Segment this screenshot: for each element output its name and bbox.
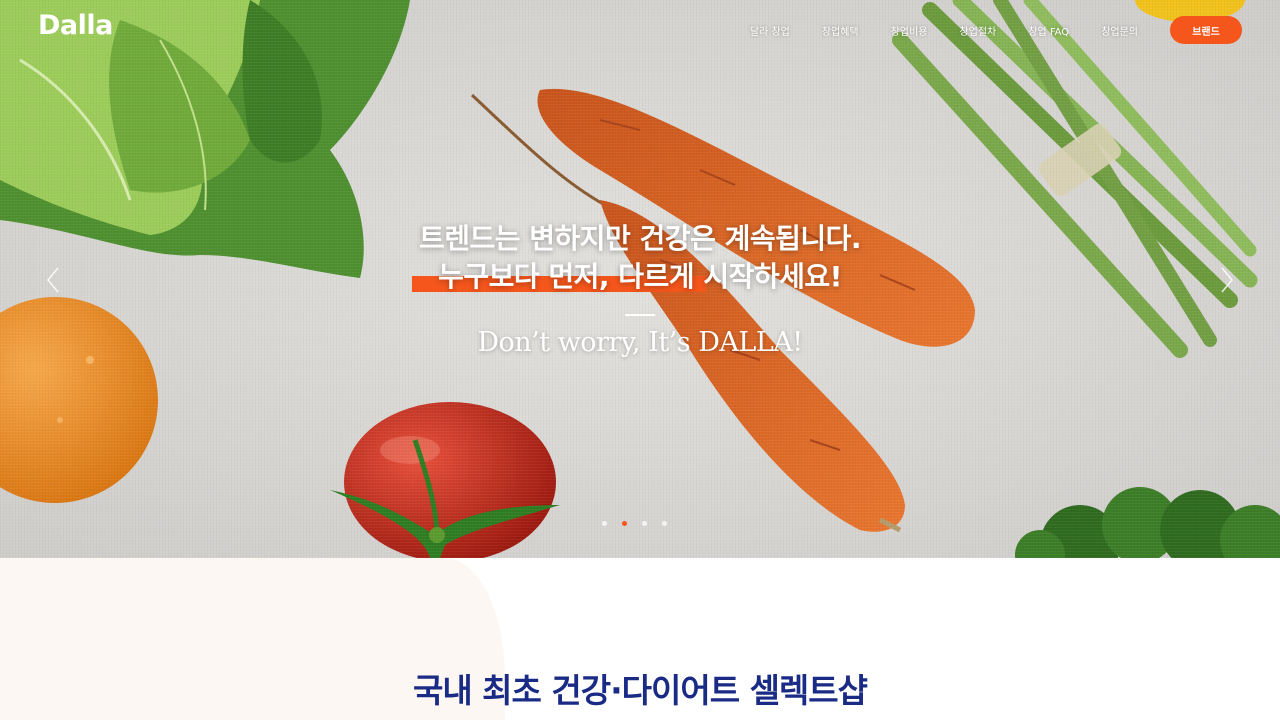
nav-item-faq[interactable]: 창업 FAQ: [1028, 23, 1069, 38]
slide-dot-3[interactable]: [642, 521, 647, 526]
main-nav: 달라 창업 창업혜택 창업비용 창업절차 창업 FAQ 창업문의 브랜드: [718, 16, 1242, 44]
headline-divider: [625, 314, 655, 316]
section-title: 국내 최초 건강·다이어트 셀렉트샵: [412, 671, 868, 710]
nav-item-dalla-startup[interactable]: 달라 창업: [750, 23, 790, 38]
hero-headline: 트렌드는 변하지만 건강은 계속됩니다. 누구보다 먼저, 다르게 시작하세요!: [0, 220, 1280, 296]
headline-line-1: 트렌드는 변하지만 건강은 계속됩니다.: [418, 222, 862, 255]
nav-item-inquiry[interactable]: 창업문의: [1101, 23, 1138, 38]
slide-dot-2[interactable]: [622, 521, 627, 526]
site-header: Dalla 달라 창업 창업혜택 창업비용 창업절차 창업 FAQ 창업문의 브…: [0, 0, 1280, 60]
chevron-right-icon[interactable]: [1214, 262, 1238, 298]
headline-line-2: 누구보다 먼저, 다르게 시작하세요!: [438, 260, 842, 293]
chevron-left-icon[interactable]: [42, 262, 66, 298]
brand-button[interactable]: 브랜드: [1170, 16, 1242, 44]
slide-dot-1[interactable]: [602, 521, 607, 526]
dalla-logo[interactable]: Dalla: [38, 10, 113, 41]
slide-dot-4[interactable]: [662, 521, 667, 526]
nav-item-costs[interactable]: 창업비용: [891, 23, 928, 38]
slider-pagination: [602, 521, 682, 526]
hero-tagline: Don’t worry, It’s DALLA!: [477, 327, 803, 358]
nav-item-benefits[interactable]: 창업혜택: [822, 23, 859, 38]
nav-item-process[interactable]: 창업절차: [959, 23, 996, 38]
